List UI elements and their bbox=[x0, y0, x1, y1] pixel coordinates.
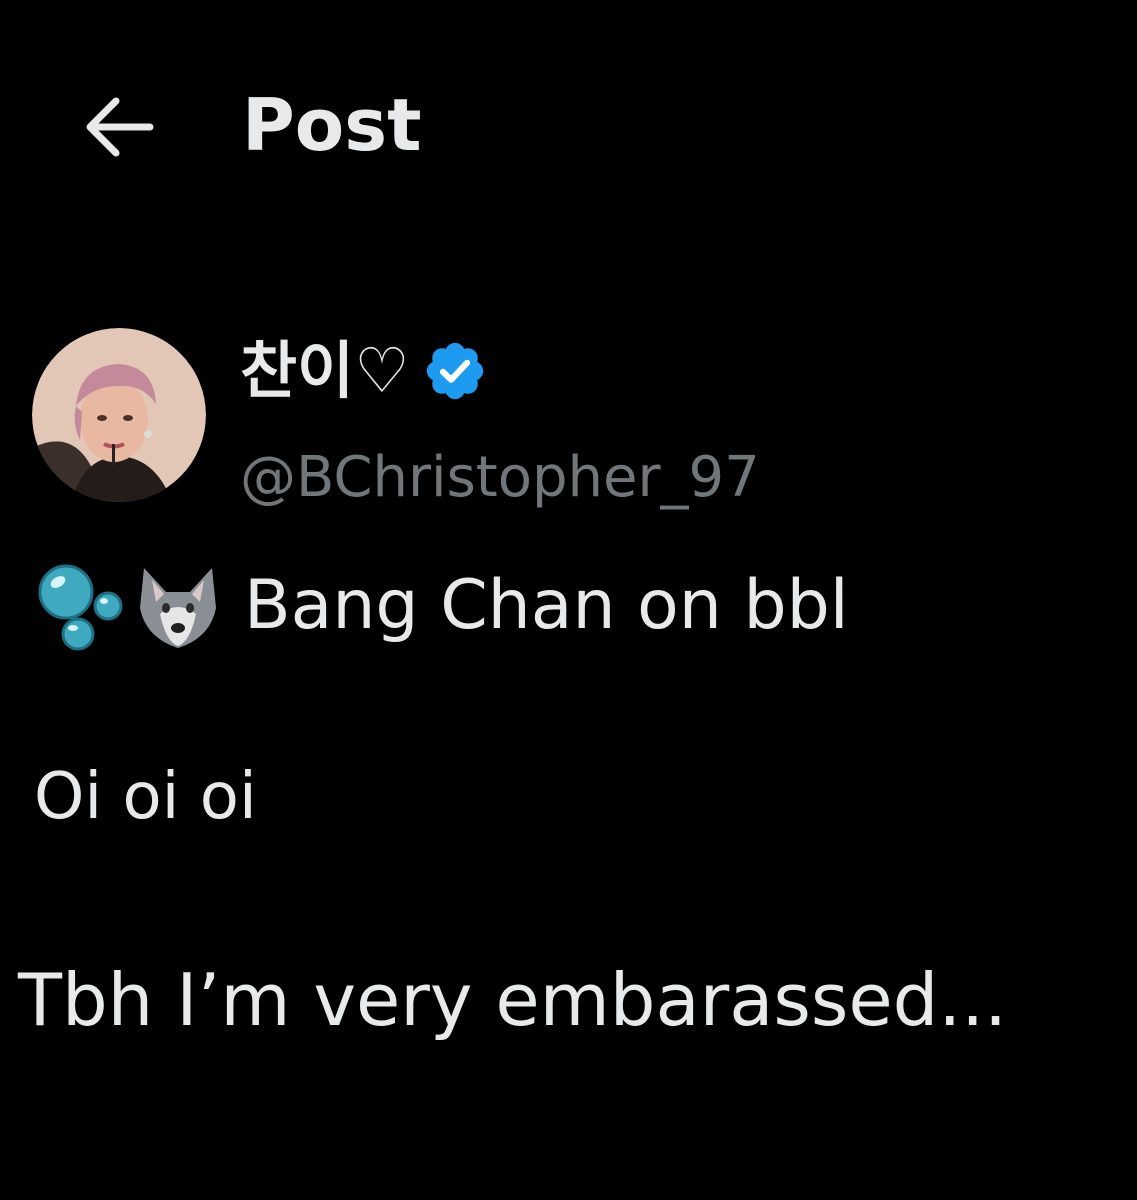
verified-badge-icon[interactable] bbox=[422, 338, 488, 404]
wolf-icon bbox=[140, 568, 216, 648]
author-handle[interactable]: @BChristopher_97 bbox=[240, 438, 760, 518]
back-button[interactable] bbox=[78, 92, 158, 162]
tweet-text-line-1: Bang Chan on bbl bbox=[244, 566, 849, 645]
page-title: Post bbox=[242, 83, 422, 167]
bubbles-icon bbox=[38, 564, 123, 651]
avatar[interactable] bbox=[32, 328, 206, 502]
post-header: Post bbox=[0, 0, 1137, 250]
display-name[interactable]: 찬이♡ bbox=[240, 326, 410, 416]
author-name-row: 찬이♡ bbox=[240, 326, 488, 416]
arrow-left-icon bbox=[86, 97, 154, 157]
tweet-text-line-2: Oi oi oi bbox=[34, 760, 257, 834]
tweet-text-line-3: Tbh I’m very embarassed... bbox=[18, 958, 1008, 1042]
tweet-line: Bang Chan on bbl bbox=[34, 556, 849, 656]
